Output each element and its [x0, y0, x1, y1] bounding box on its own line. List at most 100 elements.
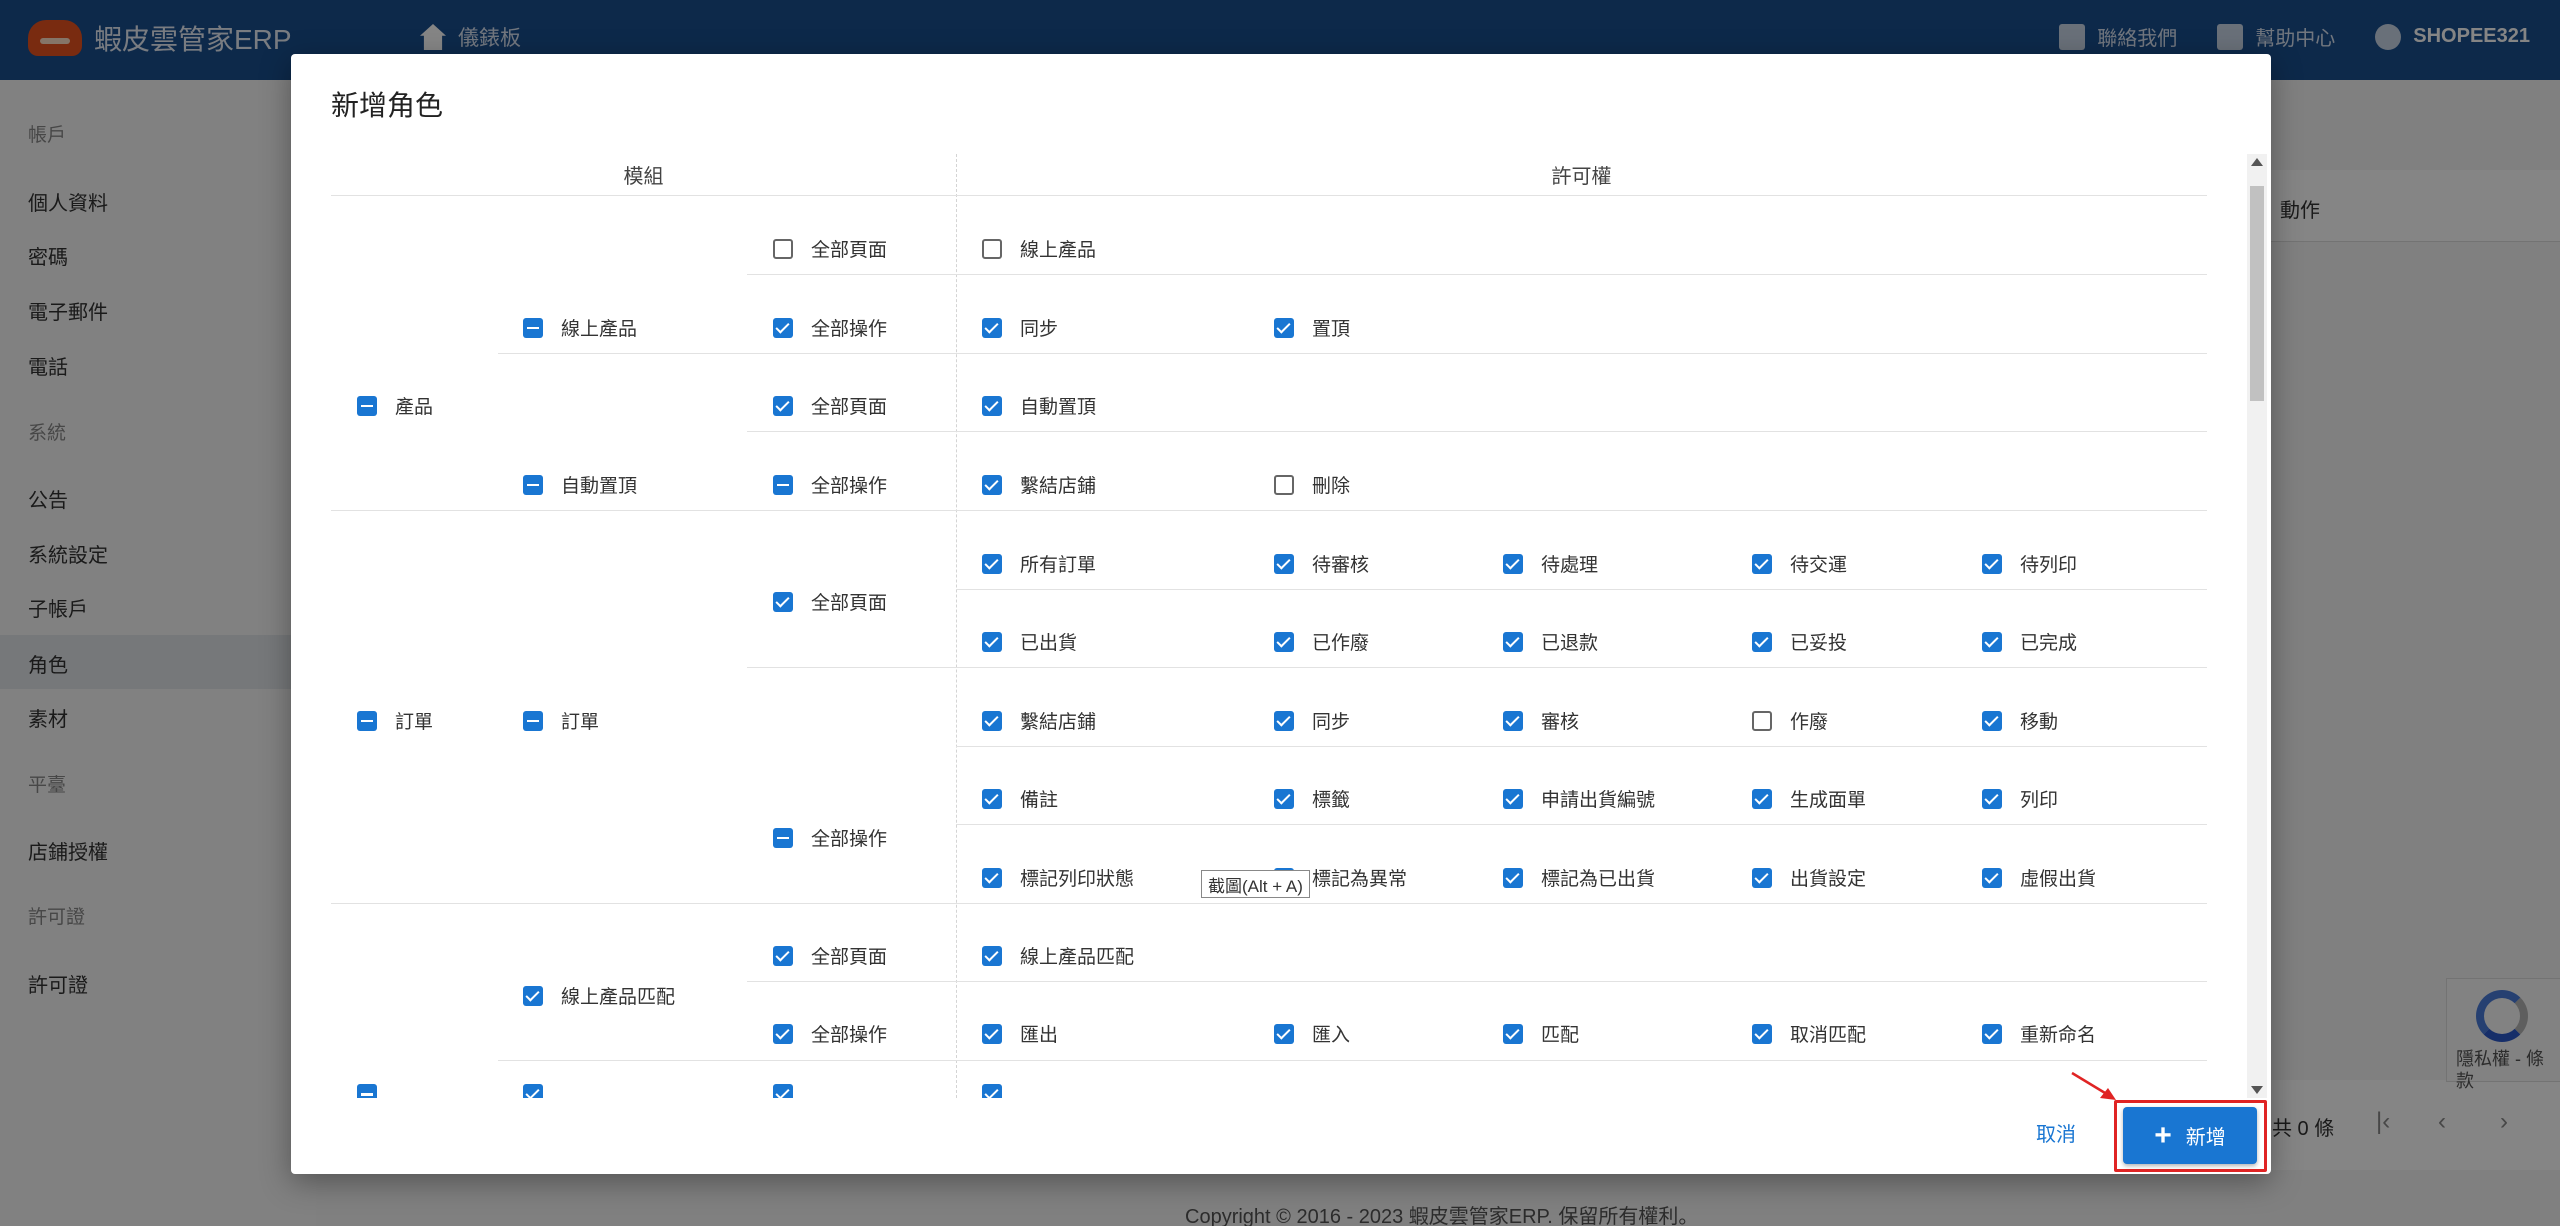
- checked-checkbox-icon[interactable]: [523, 985, 543, 1006]
- submodule-partial-row[interactable]: [523, 1084, 543, 1098]
- perm-pending-process[interactable]: 待處理: [1503, 550, 1598, 577]
- checked-checkbox-icon[interactable]: [982, 867, 1002, 888]
- perm-import[interactable]: 匯入: [1274, 1020, 1350, 1047]
- checked-checkbox-icon[interactable]: [1752, 631, 1772, 652]
- checked-checkbox-icon[interactable]: [1982, 631, 2002, 652]
- module-partial-row[interactable]: [357, 1084, 377, 1098]
- checked-checkbox-icon[interactable]: [982, 710, 1002, 731]
- perm-refunded[interactable]: 已退款: [1503, 628, 1598, 655]
- checked-checkbox-icon[interactable]: [1982, 710, 2002, 731]
- order-all-actions[interactable]: 全部操作: [773, 824, 887, 851]
- scroll-up-arrow-icon[interactable]: [2251, 158, 2263, 166]
- dialog-scrollbar[interactable]: [2247, 154, 2267, 1098]
- checked-checkbox-icon[interactable]: [1982, 1023, 2002, 1044]
- checked-checkbox-icon[interactable]: [982, 474, 1002, 495]
- module-online-match[interactable]: 線上產品匹配: [523, 982, 675, 1009]
- auto-top-all-actions[interactable]: 全部操作: [773, 471, 887, 498]
- perm-fake-ship[interactable]: 虛假出貨: [1982, 864, 2096, 891]
- indeterminate-checkbox-icon[interactable]: [523, 710, 543, 731]
- indeterminate-checkbox-icon[interactable]: [523, 474, 543, 495]
- perm-mark-shipped[interactable]: 標記為已出貨: [1503, 864, 1655, 891]
- checked-checkbox-icon[interactable]: [1752, 867, 1772, 888]
- checked-checkbox-icon[interactable]: [982, 631, 1002, 652]
- checked-checkbox-icon[interactable]: [773, 1084, 793, 1098]
- checked-checkbox-icon[interactable]: [1503, 867, 1523, 888]
- add-button[interactable]: + 新增: [2123, 1107, 2257, 1164]
- unchecked-checkbox-icon[interactable]: [982, 238, 1002, 259]
- perm-pending-review[interactable]: 待審核: [1274, 550, 1369, 577]
- checked-checkbox-icon[interactable]: [773, 1023, 793, 1044]
- checked-checkbox-icon[interactable]: [1982, 553, 2002, 574]
- checked-checkbox-icon[interactable]: [1503, 710, 1523, 731]
- perm-auto-top[interactable]: 自動置頂: [982, 392, 1096, 419]
- checked-checkbox-icon[interactable]: [982, 945, 1002, 966]
- checked-checkbox-icon[interactable]: [773, 395, 793, 416]
- unchecked-checkbox-icon[interactable]: [1274, 474, 1294, 495]
- checked-checkbox-icon[interactable]: [1752, 788, 1772, 809]
- checked-checkbox-icon[interactable]: [1274, 553, 1294, 574]
- checked-checkbox-icon[interactable]: [982, 1023, 1002, 1044]
- module-product[interactable]: 產品: [357, 392, 433, 419]
- perm-tag[interactable]: 標籤: [1274, 785, 1350, 812]
- module-auto-top[interactable]: 自動置頂: [523, 471, 637, 498]
- checked-checkbox-icon[interactable]: [1503, 1023, 1523, 1044]
- module-order-sub[interactable]: 訂單: [523, 707, 599, 734]
- checked-checkbox-icon[interactable]: [773, 945, 793, 966]
- checked-checkbox-icon[interactable]: [1274, 1023, 1294, 1044]
- checked-checkbox-icon[interactable]: [1982, 788, 2002, 809]
- indeterminate-checkbox-icon[interactable]: [523, 317, 543, 338]
- perm-rename[interactable]: 重新命名: [1982, 1020, 2096, 1047]
- perm-export[interactable]: 匯出: [982, 1020, 1058, 1047]
- perm-print[interactable]: 列印: [1982, 785, 2058, 812]
- indeterminate-checkbox-icon[interactable]: [357, 395, 377, 416]
- checked-checkbox-icon[interactable]: [773, 317, 793, 338]
- perm-void[interactable]: 作廢: [1752, 707, 1828, 734]
- perm-pending-print[interactable]: 待列印: [1982, 550, 2077, 577]
- checked-checkbox-icon[interactable]: [773, 591, 793, 612]
- perm-sync[interactable]: 同步: [982, 314, 1058, 341]
- perm-match[interactable]: 匹配: [1503, 1020, 1579, 1047]
- checked-checkbox-icon[interactable]: [1274, 788, 1294, 809]
- indeterminate-checkbox-icon[interactable]: [357, 710, 377, 731]
- scroll-thumb[interactable]: [2250, 186, 2264, 401]
- online-product-all-actions[interactable]: 全部操作: [773, 314, 887, 341]
- checked-checkbox-icon[interactable]: [982, 553, 1002, 574]
- checked-checkbox-icon[interactable]: [1982, 867, 2002, 888]
- indeterminate-checkbox-icon[interactable]: [357, 1084, 377, 1098]
- checked-checkbox-icon[interactable]: [1503, 631, 1523, 652]
- perm-ship-settings[interactable]: 出貨設定: [1752, 864, 1866, 891]
- checked-checkbox-icon[interactable]: [982, 788, 1002, 809]
- online-match-all-pages[interactable]: 全部頁面: [773, 942, 887, 969]
- perm-note[interactable]: 備註: [982, 785, 1058, 812]
- perm-unmatch[interactable]: 取消匹配: [1752, 1020, 1866, 1047]
- perm-mark-printed[interactable]: 標記列印狀態: [982, 864, 1134, 891]
- online-product-all-pages[interactable]: 全部頁面: [773, 235, 887, 262]
- unchecked-checkbox-icon[interactable]: [773, 238, 793, 259]
- perm-online-match[interactable]: 線上產品匹配: [982, 942, 1134, 969]
- checked-checkbox-icon[interactable]: [1752, 553, 1772, 574]
- checked-checkbox-icon[interactable]: [1274, 710, 1294, 731]
- auto-top-all-pages[interactable]: 全部頁面: [773, 392, 887, 419]
- perm-shipped[interactable]: 已出貨: [982, 628, 1077, 655]
- scroll-down-arrow-icon[interactable]: [2251, 1086, 2263, 1094]
- module-online-product[interactable]: 線上產品: [523, 314, 637, 341]
- checked-checkbox-icon[interactable]: [1503, 788, 1523, 809]
- checked-checkbox-icon[interactable]: [1503, 553, 1523, 574]
- perm-delivered[interactable]: 已妥投: [1752, 628, 1847, 655]
- checked-checkbox-icon[interactable]: [1752, 1023, 1772, 1044]
- indeterminate-checkbox-icon[interactable]: [773, 474, 793, 495]
- module-order[interactable]: 訂單: [357, 707, 433, 734]
- checked-checkbox-icon[interactable]: [982, 395, 1002, 416]
- perm-online-product[interactable]: 線上產品: [982, 235, 1096, 262]
- checked-checkbox-icon[interactable]: [982, 1084, 1002, 1098]
- order-all-pages[interactable]: 全部頁面: [773, 588, 887, 615]
- online-match-all-actions[interactable]: 全部操作: [773, 1020, 887, 1047]
- checked-checkbox-icon[interactable]: [982, 317, 1002, 338]
- perm-voided[interactable]: 已作廢: [1274, 628, 1369, 655]
- perm-pending-ship[interactable]: 待交運: [1752, 550, 1847, 577]
- perm-gen-sheet[interactable]: 生成面單: [1752, 785, 1866, 812]
- cancel-button[interactable]: 取消: [2036, 1118, 2076, 1147]
- perm-completed[interactable]: 已完成: [1982, 628, 2077, 655]
- perm-move[interactable]: 移動: [1982, 707, 2058, 734]
- perm-link-store[interactable]: 繫結店鋪: [982, 471, 1096, 498]
